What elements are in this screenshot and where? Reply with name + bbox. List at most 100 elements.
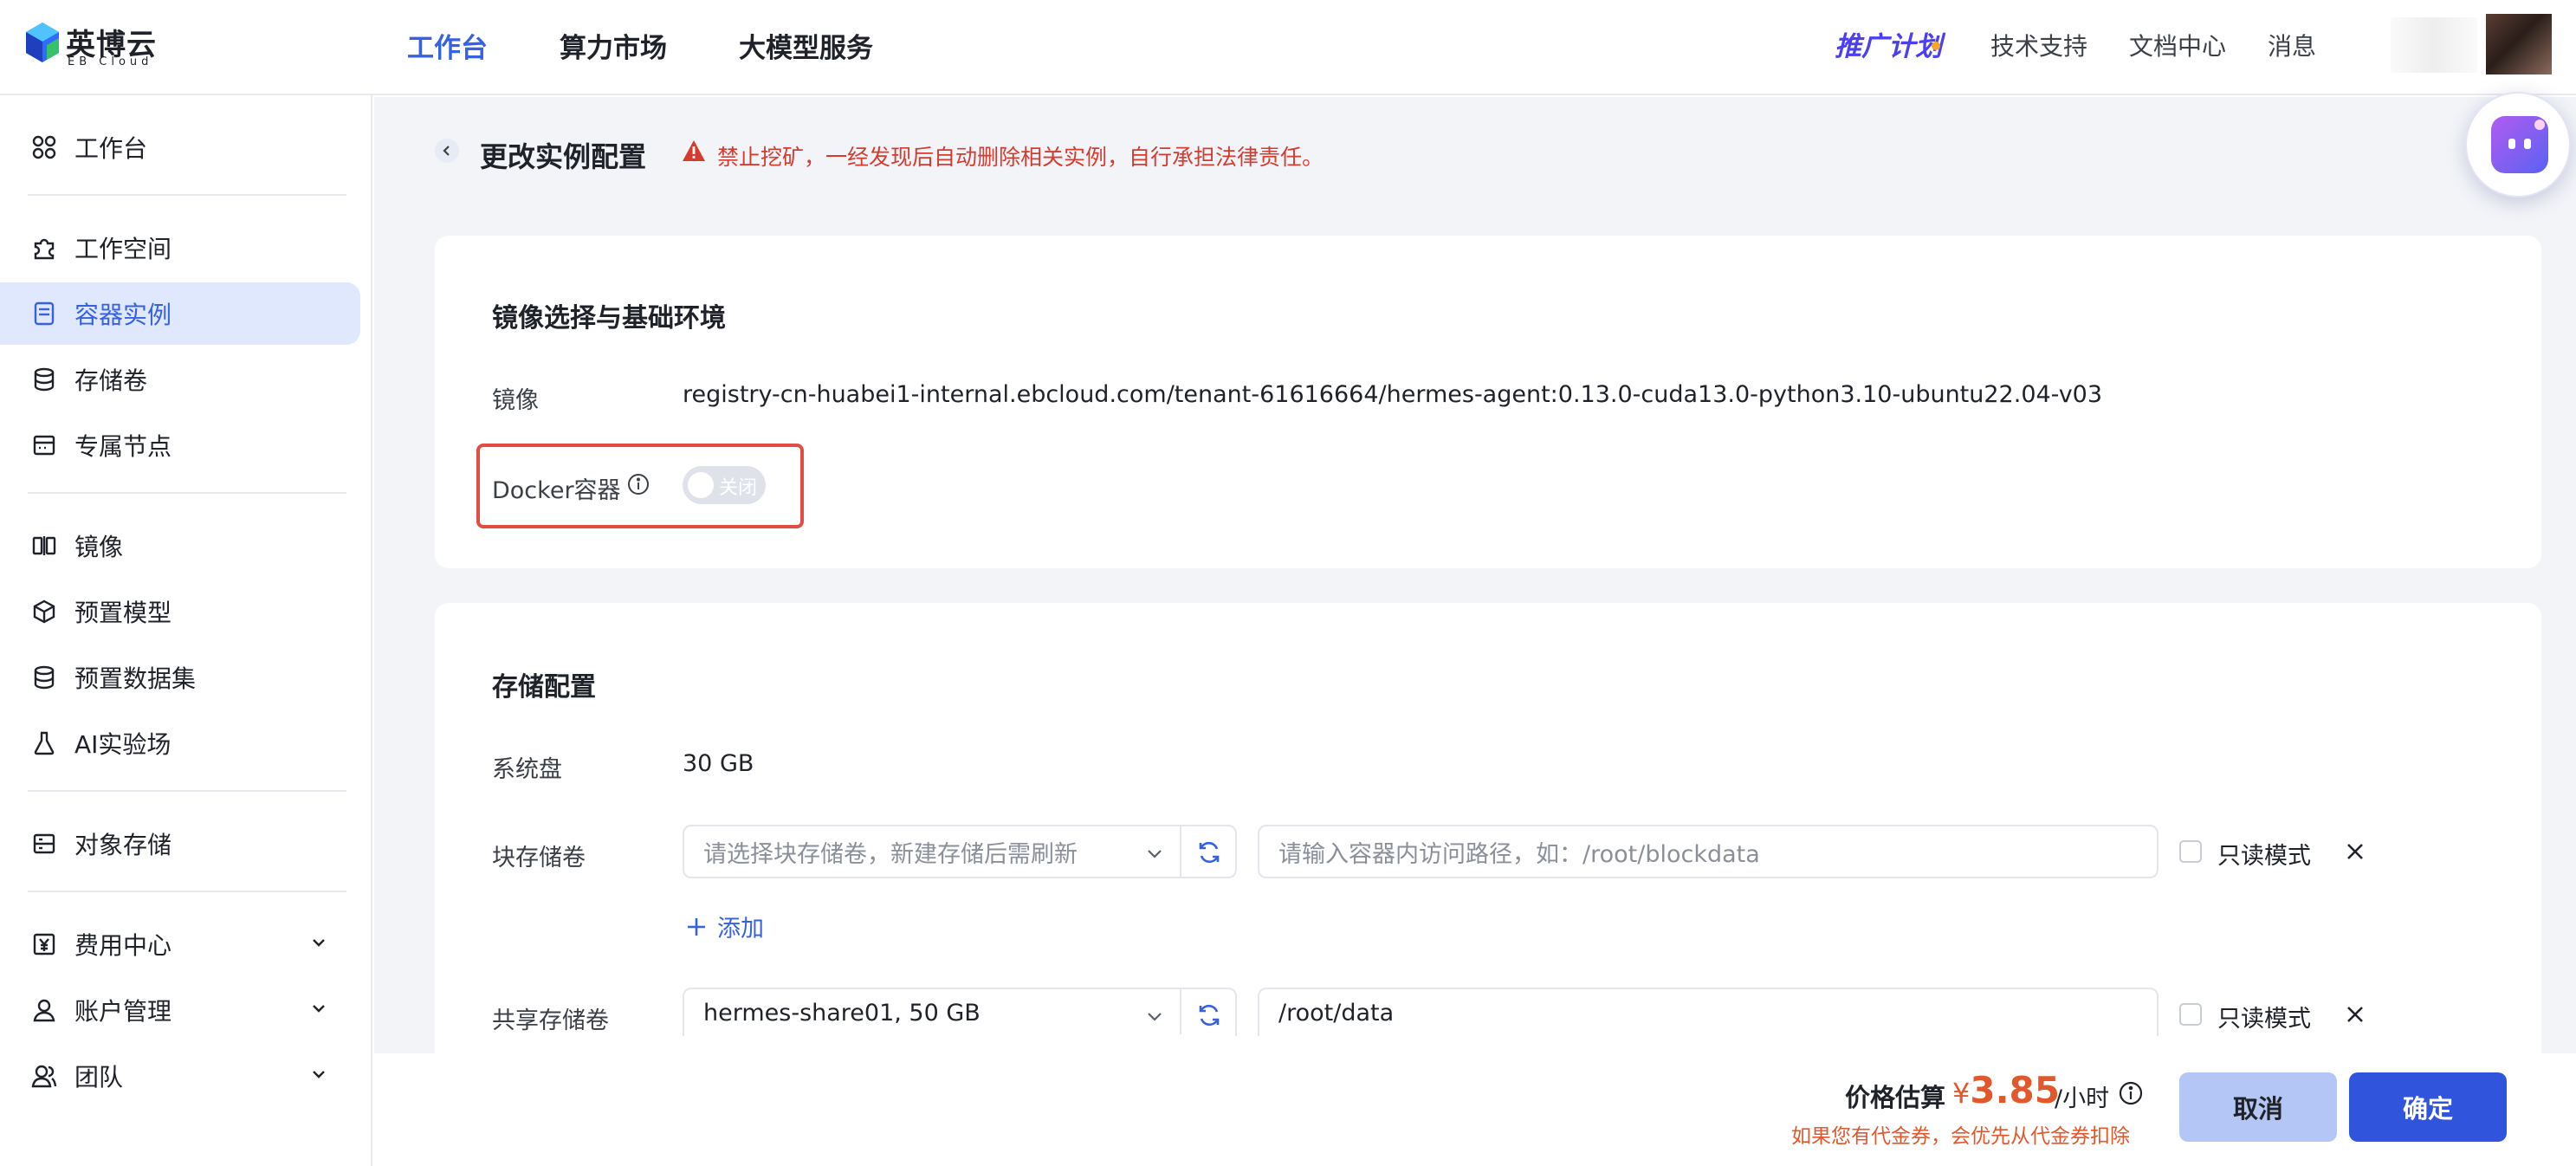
sidebar-item-account[interactable]: 账户管理 (0, 979, 360, 1041)
sidebar-divider (28, 492, 346, 494)
info-icon[interactable] (2119, 1081, 2143, 1105)
shared-storage-path-input[interactable]: /root/data (1258, 988, 2159, 1036)
robot-icon (2491, 116, 2548, 173)
robot-eye (2508, 139, 2515, 149)
sidebar-divider (28, 790, 346, 792)
sidebar-item-storage-volume[interactable]: 存储卷 (0, 348, 360, 411)
nav-llm-service[interactable]: 大模型服务 (739, 26, 873, 65)
add-storage-button[interactable]: 添加 (684, 910, 764, 943)
sidebar-item-label: 预置数据集 (74, 664, 197, 693)
database-icon (29, 663, 59, 692)
block-storage-placeholder: 请选择块存储卷，新建存储后需刷新 (703, 840, 1078, 868)
nav-compute-market[interactable]: 算力市场 (560, 26, 667, 65)
assistant-bot-button[interactable] (2465, 92, 2571, 198)
sidebar-item-label: 团队 (74, 1063, 124, 1092)
link-tech-support[interactable]: 技术支持 (1990, 28, 2087, 62)
block-readonly-checkbox[interactable] (2179, 840, 2202, 863)
chevron-left-icon (443, 146, 450, 156)
sidebar-item-label: 对象存储 (74, 831, 172, 859)
mining-warning: 禁止挖矿，一经发现后自动删除相关实例，自行承担法律责任。 (717, 145, 1324, 170)
voucher-note: 如果您有代金券，会优先从代金券扣除 (1791, 1125, 2130, 1148)
docker-label: Docker容器 (492, 477, 621, 504)
info-icon[interactable] (627, 473, 650, 496)
sidebar-item-team[interactable]: 团队 (0, 1045, 360, 1107)
robot-eye (2524, 139, 2531, 149)
shared-storage-label: 共享存储卷 (492, 1007, 609, 1034)
sidebar-item-object-storage[interactable]: 对象存储 (0, 813, 360, 875)
user-icon (29, 995, 59, 1025)
link-messages[interactable]: 消息 (2268, 28, 2316, 62)
user-name-placeholder[interactable] (2391, 17, 2477, 73)
sidebar-divider (28, 194, 346, 196)
sidebar-item-label: 工作台 (74, 134, 148, 163)
sidebar-item-label: 工作空间 (74, 235, 172, 263)
sidebar-item-container-instance[interactable]: 容器实例 (0, 282, 360, 345)
sidebar-item-label: 存储卷 (74, 366, 148, 395)
image-section-title: 镜像选择与基础环境 (492, 303, 726, 334)
currency-symbol: ¥ (1952, 1077, 1971, 1110)
storage-icon (29, 829, 59, 858)
grid-icon (29, 133, 59, 162)
toggle-state-text: 关闭 (719, 477, 758, 499)
warning-icon (683, 140, 705, 161)
sidebar: 工作台 工作空间 容器实例 存储卷 专属节点 镜像 预置模型 预置数据集 AI实… (0, 95, 372, 1166)
shared-storage-select[interactable]: hermes-share01, 50 GB (683, 988, 1237, 1036)
logo-icon (26, 23, 59, 62)
refresh-icon[interactable] (1195, 1001, 1223, 1029)
sidebar-item-preset-dataset[interactable]: 预置数据集 (0, 646, 360, 709)
back-button[interactable] (435, 139, 459, 163)
yen-icon (29, 930, 59, 959)
shared-storage-path-value: /root/data (1278, 999, 1395, 1027)
promo-link[interactable]: 推广计划 (1835, 24, 1942, 63)
database-icon (29, 365, 59, 394)
plus-icon (688, 917, 705, 936)
block-storage-path-input[interactable]: 请输入容器内访问路径，如：/root/blockdata (1258, 825, 2159, 878)
flask-icon (29, 729, 59, 758)
price-value: ¥3.85 (1952, 1069, 2060, 1111)
docker-toggle[interactable]: 关闭 (683, 466, 766, 504)
sidebar-divider (28, 891, 346, 892)
refresh-icon[interactable] (1195, 839, 1223, 866)
puzzle-icon (29, 233, 59, 262)
avatar[interactable] (2486, 14, 2552, 74)
chevron-down-icon (1148, 1013, 1162, 1021)
node-icon (29, 431, 59, 460)
page-title: 更改实例配置 (480, 140, 647, 173)
sidebar-item-label: 容器实例 (74, 301, 172, 329)
block-storage-path-placeholder: 请输入容器内访问路径，如：/root/blockdata (1278, 840, 1760, 868)
team-icon (29, 1061, 59, 1091)
cancel-button[interactable]: 取消 (2179, 1072, 2337, 1142)
brand-logo[interactable]: 英博云 EB Cloud (24, 19, 163, 71)
system-disk-label: 系统盘 (492, 756, 562, 783)
sidebar-item-ai-lab[interactable]: AI实验场 (0, 712, 360, 774)
shared-readonly-checkbox[interactable] (2179, 1003, 2202, 1026)
close-icon[interactable] (2342, 839, 2368, 865)
chevron-down-icon (313, 1005, 325, 1013)
shared-storage-value: hermes-share01, 50 GB (703, 999, 981, 1027)
block-storage-select[interactable]: 请选择块存储卷，新建存储后需刷新 (683, 825, 1237, 878)
sidebar-item-workbench[interactable]: 工作台 (0, 116, 360, 178)
top-bar: 英博云 EB Cloud 工作台 算力市场 大模型服务 推广计划 技术支持 文档… (0, 0, 2576, 95)
promo-dot (1932, 42, 1940, 50)
container-icon (29, 299, 59, 328)
sidebar-item-preset-model[interactable]: 预置模型 (0, 580, 360, 643)
confirm-button[interactable]: 确定 (2349, 1072, 2507, 1142)
toggle-knob (688, 472, 714, 498)
add-label: 添加 (717, 916, 764, 943)
price-unit: /小时 (2055, 1085, 2110, 1112)
close-icon[interactable] (2342, 1001, 2368, 1027)
link-docs[interactable]: 文档中心 (2129, 28, 2226, 62)
storage-section-title: 存储配置 (492, 672, 596, 703)
chevron-down-icon (313, 1071, 325, 1079)
cube-icon (29, 597, 59, 626)
nav-workbench[interactable]: 工作台 (407, 26, 488, 65)
sidebar-item-image[interactable]: 镜像 (0, 515, 360, 577)
price-amount: 3.85 (1970, 1069, 2060, 1111)
image-label: 镜像 (492, 387, 539, 414)
chevron-down-icon (1148, 850, 1162, 858)
sidebar-item-workspace[interactable]: 工作空间 (0, 217, 360, 279)
chevron-down-icon (313, 939, 325, 947)
sparkle-icon (2534, 120, 2545, 130)
sidebar-item-billing[interactable]: 费用中心 (0, 913, 360, 975)
sidebar-item-dedicated-node[interactable]: 专属节点 (0, 414, 360, 476)
